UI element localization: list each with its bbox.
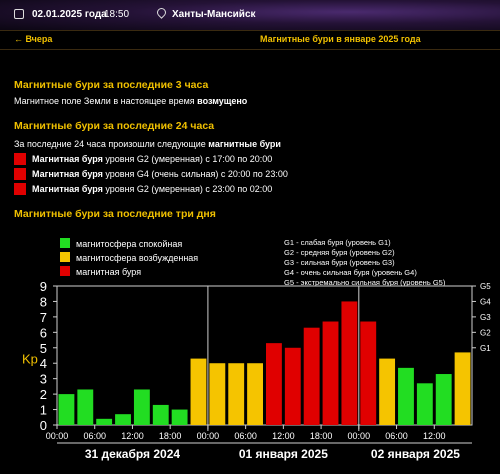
- g-tick-label: G5: [480, 282, 491, 291]
- location-pin-icon: [155, 6, 168, 19]
- g-legend-label: G4 - очень сильная буря (уровень G4): [284, 268, 417, 277]
- storm-bold: Магнитная буря: [32, 184, 103, 194]
- x-tick-label: 12:00: [423, 431, 446, 441]
- day-label: 31 декабря 2024: [85, 447, 181, 461]
- kp-bar: [341, 301, 358, 425]
- kp-bar: [398, 367, 414, 425]
- x-tick-label: 18:00: [310, 431, 333, 441]
- current-time: 18:50: [104, 9, 130, 20]
- day-label: 02 января 2025: [371, 447, 460, 461]
- section-24h-text: За последние 24 часа произошли следующие…: [14, 139, 281, 149]
- storm-rest: уровня G4 (очень сильная) с 20:00 по 23:…: [102, 169, 288, 179]
- x-tick-label: 06:00: [234, 431, 257, 441]
- kp-bar: [190, 358, 207, 425]
- kp-bar: [360, 321, 377, 425]
- kp-bar: [115, 414, 131, 425]
- storm-bold: Магнитная буря: [32, 154, 103, 164]
- current-date: 02.01.2025 года: [32, 9, 107, 20]
- y-tick-label: 1: [40, 403, 47, 418]
- kp-bar: [416, 383, 433, 425]
- x-tick-label: 12:00: [272, 431, 295, 441]
- kp-bar: [247, 363, 263, 425]
- day-label: 01 января 2025: [239, 447, 328, 461]
- y-tick-label: 5: [40, 341, 47, 356]
- kp-bar: [322, 321, 339, 425]
- calendar-icon: [14, 9, 24, 19]
- kp-bar: [96, 418, 113, 425]
- y-tick-label: 3: [40, 372, 47, 387]
- kp-bar: [152, 404, 169, 425]
- g-legend-label: G2 - средняя буря (уровень G2): [284, 248, 395, 257]
- g-legend-label: G1 - слабая буря (уровень G1): [284, 238, 391, 247]
- legend-swatch: [60, 238, 70, 248]
- kp-bar: [303, 327, 320, 425]
- legend-swatch: [60, 252, 70, 262]
- storm-rest: уровня G2 (умеренная) с 23:00 по 02:00: [102, 184, 273, 194]
- kp-bar: [133, 389, 150, 425]
- kp-bar: [266, 343, 282, 425]
- legend-swatch: [60, 266, 70, 276]
- y-axis-label: Kp: [22, 352, 38, 367]
- back-link[interactable]: ← Вчера: [14, 34, 52, 44]
- top-bar: 02.01.2025 года 18:50 Ханты-Мансийск: [0, 0, 500, 30]
- section-3h-title: Магнитные бури за последние 3 часа: [14, 79, 209, 91]
- section-24h-title: Магнитные бури за последние 24 часа: [14, 120, 215, 132]
- section-3h-text-plain: Магнитное поле Земли в настоящее время: [14, 96, 198, 106]
- storm-marker: [14, 168, 26, 180]
- kp-bar: [228, 363, 245, 425]
- nav-bar: ← Вчера Магнитные бури в январе 2025 год…: [0, 30, 500, 50]
- page-title: Магнитные бури в январе 2025 года: [260, 34, 421, 44]
- storm-rest: уровня G2 (умеренная) с 17:00 по 20:00: [102, 154, 273, 164]
- x-tick-label: 12:00: [121, 431, 144, 441]
- kp-bar: [284, 347, 301, 425]
- storm-marker: [14, 153, 26, 165]
- x-tick-label: 06:00: [83, 431, 106, 441]
- section-24h-text-bold: магнитные бури: [208, 139, 281, 149]
- g-tick-label: G3: [480, 313, 491, 322]
- storm-marker: [14, 183, 26, 195]
- legend-label: магнитная буря: [76, 267, 141, 277]
- kp-bar: [209, 363, 226, 425]
- kp-bar: [379, 358, 396, 425]
- section-3d-title: Магнитные бури за последние три дня: [14, 208, 216, 220]
- kp-bar: [435, 374, 452, 425]
- storm-bold: Магнитная буря: [32, 169, 103, 179]
- section-3h-text: Магнитное поле Земли в настоящее время в…: [14, 96, 247, 106]
- x-tick-label: 00:00: [197, 431, 220, 441]
- storm-text: Магнитная буря уровня G2 (умеренная) с 1…: [32, 154, 272, 164]
- kp-chart: магнитосфера спокойная магнитосфера возбу…: [22, 238, 491, 461]
- g-tick-label: G4: [480, 297, 491, 306]
- section-24h-text-plain: За последние 24 часа произошли следующие: [14, 139, 209, 149]
- x-tick-label: 00:00: [348, 431, 371, 441]
- legend-label: магнитосфера спокойная: [76, 239, 182, 249]
- y-tick-label: 4: [40, 356, 47, 371]
- x-tick-label: 18:00: [159, 431, 182, 441]
- kp-bar: [454, 352, 471, 425]
- legend-label: магнитосфера возбужденная: [76, 253, 198, 263]
- g-tick-label: G1: [480, 344, 491, 353]
- y-tick-label: 8: [40, 294, 47, 309]
- city-link[interactable]: Ханты-Мансийск: [172, 9, 256, 20]
- y-tick-label: 2: [40, 387, 47, 402]
- x-tick-label: 06:00: [385, 431, 408, 441]
- x-tick-label: 00:00: [46, 431, 69, 441]
- g-legend-label: G3 - сильная буря (уровень G3): [284, 258, 395, 267]
- section-3h-text-bold: возмущено: [197, 96, 248, 106]
- kp-bar: [58, 394, 75, 425]
- kp-bar: [77, 389, 94, 425]
- storm-text: Магнитная буря уровня G4 (очень сильная)…: [32, 169, 288, 179]
- y-tick-label: 9: [40, 279, 47, 294]
- kp-bar: [171, 409, 188, 425]
- g-tick-label: G2: [480, 328, 491, 337]
- y-tick-label: 7: [40, 310, 47, 325]
- y-tick-label: 6: [40, 325, 47, 340]
- storm-text: Магнитная буря уровня G2 (умеренная) с 2…: [32, 184, 272, 194]
